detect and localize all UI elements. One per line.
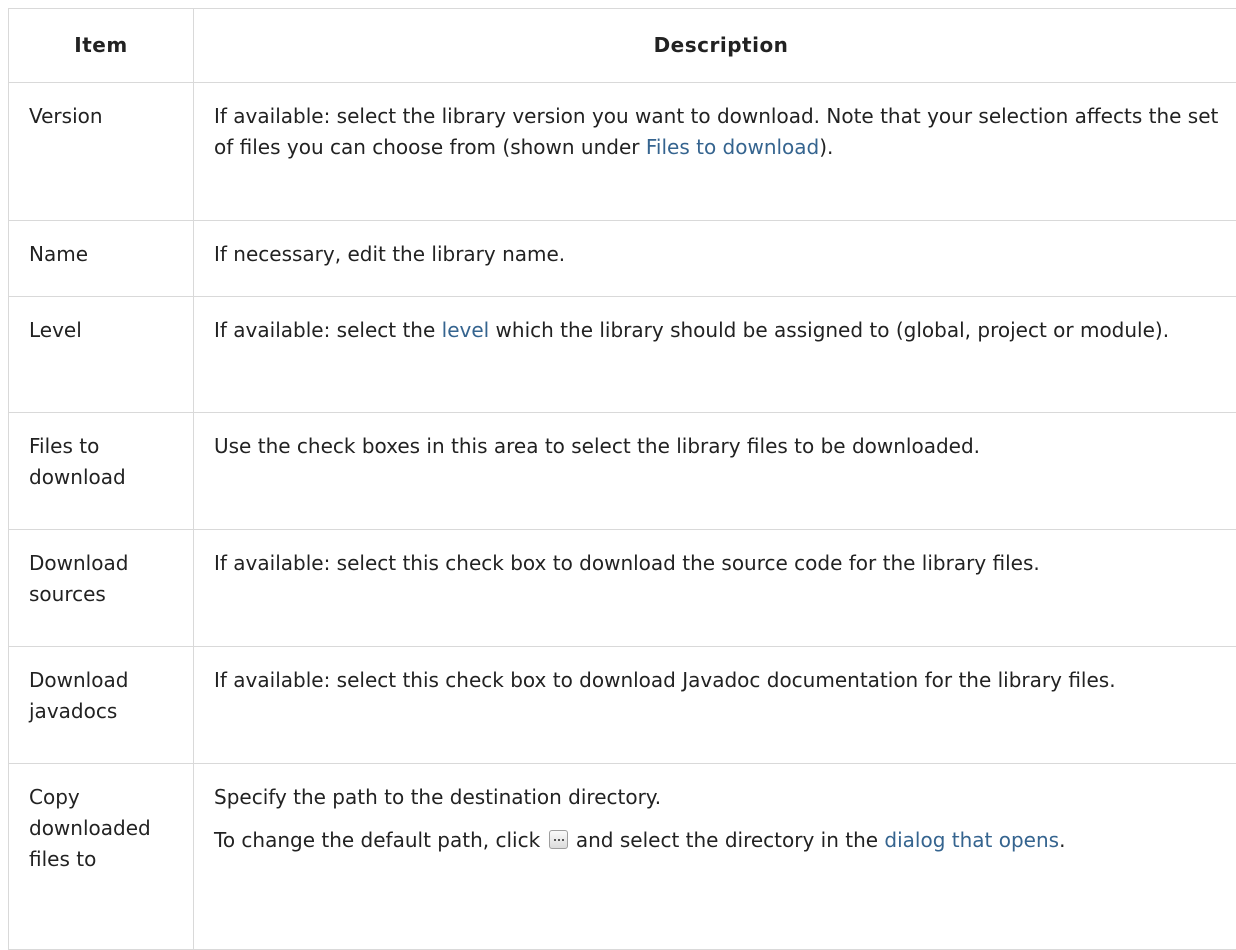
- header-item: Item: [9, 9, 194, 83]
- item-version: Version: [9, 83, 194, 221]
- browse-ellipsis-icon: [549, 830, 568, 849]
- description-text: and select the directory in the: [570, 828, 885, 852]
- description-paragraph: To change the default path, click and se…: [214, 825, 1230, 856]
- description-text: .: [1059, 828, 1065, 852]
- description-text: ).: [819, 135, 833, 159]
- table-row: Download javadocs If available: select t…: [9, 647, 1236, 764]
- level-link[interactable]: level: [442, 318, 490, 342]
- item-download-sources: Download sources: [9, 530, 194, 647]
- table-row: Download sources If available: select th…: [9, 530, 1236, 647]
- description-text: To change the default path, click: [214, 828, 547, 852]
- table-header-row: Item Description: [9, 9, 1236, 83]
- table-row: Files to download Use the check boxes in…: [9, 413, 1236, 530]
- files-to-download-link[interactable]: Files to download: [646, 135, 819, 159]
- description-text: If available: select the: [214, 318, 442, 342]
- table-row: Copy downloaded files to Specify the pat…: [9, 764, 1236, 950]
- table-row: Version If available: select the library…: [9, 83, 1236, 221]
- description-paragraph: Specify the path to the destination dire…: [214, 782, 1230, 813]
- item-download-javadocs: Download javadocs: [9, 647, 194, 764]
- item-level: Level: [9, 297, 194, 413]
- description-name: If necessary, edit the library name.: [194, 221, 1236, 297]
- item-files-to-download: Files to download: [9, 413, 194, 530]
- description-download-javadocs: If available: select this check box to d…: [194, 647, 1236, 764]
- item-name: Name: [9, 221, 194, 297]
- library-download-options-table: Item Description Version If available: s…: [8, 8, 1236, 950]
- description-level: If available: select the level which the…: [194, 297, 1236, 413]
- description-download-sources: If available: select this check box to d…: [194, 530, 1236, 647]
- dialog-that-opens-link[interactable]: dialog that opens: [884, 828, 1059, 852]
- header-description: Description: [194, 9, 1236, 83]
- description-text: which the library should be assigned to …: [489, 318, 1169, 342]
- description-version: If available: select the library version…: [194, 83, 1236, 221]
- table-row: Name If necessary, edit the library name…: [9, 221, 1236, 297]
- description-files-to-download: Use the check boxes in this area to sele…: [194, 413, 1236, 530]
- description-copy-downloaded-files-to: Specify the path to the destination dire…: [194, 764, 1236, 950]
- item-copy-downloaded-files-to: Copy downloaded files to: [9, 764, 194, 950]
- table-row: Level If available: select the level whi…: [9, 297, 1236, 413]
